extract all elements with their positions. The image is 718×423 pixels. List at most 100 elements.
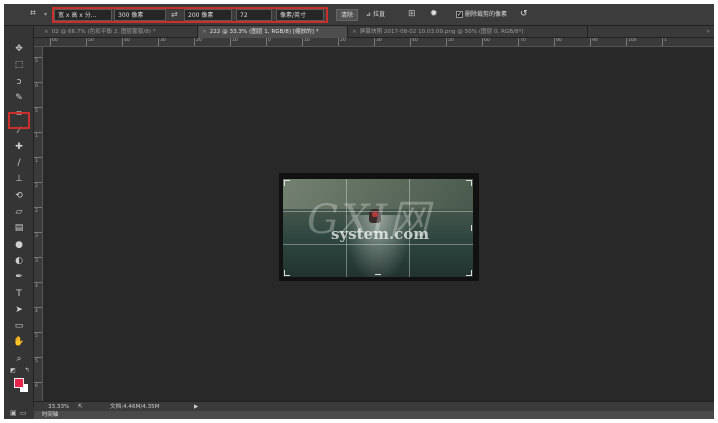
- ruler-tick: 0: [34, 82, 42, 89]
- crop-preset-icon[interactable]: ⌗: [26, 7, 40, 21]
- close-icon[interactable]: ×: [202, 29, 207, 35]
- ruler-tick-label: 60: [52, 38, 58, 43]
- ruler-tick-label: 2: [35, 184, 38, 189]
- ruler-tick-label: 0: [35, 84, 38, 89]
- dodge-tool-icon[interactable]: ◐: [10, 254, 28, 268]
- ruler-tick-label: 10: [232, 38, 238, 43]
- ruler-tick-label: 1: [35, 159, 38, 164]
- ruler-tick: 6: [34, 382, 42, 389]
- clear-button[interactable]: 清除: [336, 9, 359, 21]
- ruler-tick-label: 20: [196, 38, 202, 43]
- marquee-tool-icon[interactable]: ⬚: [10, 58, 28, 72]
- ruler-tick-label: 50: [448, 38, 454, 43]
- ruler-tick: 5: [34, 57, 42, 64]
- delete-cropped-pixels-label: 删除裁剪的像素: [465, 11, 508, 18]
- straighten-button[interactable]: ⊿ 拉直: [366, 9, 385, 21]
- ruler-tick: 10: [302, 38, 310, 46]
- ruler-tick-label: 60: [484, 38, 490, 43]
- ruler-tick: 20: [194, 38, 202, 46]
- crop-handle-top-right[interactable]: [466, 180, 472, 186]
- crop-grid-line: [346, 179, 347, 277]
- type-tool-icon[interactable]: T: [10, 287, 28, 301]
- canvas-area[interactable]: GXI网 system.com: [43, 47, 714, 401]
- swap-colors-icon[interactable]: ↰: [22, 366, 32, 376]
- close-icon[interactable]: ×: [352, 29, 357, 35]
- foreground-color-swatch[interactable]: [14, 378, 24, 388]
- ruler-tick-label: 5: [35, 359, 38, 364]
- healing-brush-tool-icon[interactable]: ✚: [10, 140, 28, 154]
- ruler-tick-label: 0: [268, 38, 271, 43]
- tools-panel: ✥ ⬚ ↄ ✎ ⌗ ⁄ ✚ ∕ ⊥ ⟲ ▱ ▤ ● ◐ ✒ T ➤ ▭ ✋ ⌕ ◩ ↰: [4, 26, 34, 407]
- ruler-tick-label: 100: [628, 38, 637, 43]
- close-icon[interactable]: ×: [44, 29, 49, 35]
- ruler-tick-label: 10: [304, 38, 310, 43]
- photo-wake: [343, 215, 413, 277]
- status-bar: 33.33% ⇱ 文档:4.46M/4.35M ▶: [34, 401, 714, 411]
- photo-boat-on-river: [283, 179, 473, 277]
- ruler-tick: 80: [554, 38, 562, 46]
- zoom-tool-icon[interactable]: ⌕: [10, 352, 28, 366]
- gear-icon[interactable]: ✹: [430, 8, 438, 20]
- crop-grid-line: [283, 211, 473, 212]
- ruler-tick: 0: [266, 38, 271, 46]
- clone-stamp-tool-icon[interactable]: ⊥: [10, 172, 28, 186]
- ruler-tick-label: 90: [592, 38, 598, 43]
- delete-cropped-pixels-checkbox[interactable]: ✓ 删除裁剪的像素: [456, 9, 507, 21]
- ruler-tick-label: 1: [664, 38, 667, 43]
- gradient-tool-icon[interactable]: ▤: [10, 221, 28, 235]
- ruler-tick: 10: [230, 38, 238, 46]
- ruler-tick: 5: [34, 357, 42, 364]
- ruler-tick: 4: [34, 307, 42, 314]
- ruler-tick-label: 2: [35, 209, 38, 214]
- ruler-tick: 100: [626, 38, 637, 46]
- crop-handle-bottom-left[interactable]: [284, 270, 290, 276]
- path-select-tool-icon[interactable]: ➤: [10, 303, 28, 317]
- chevron-double-right-icon[interactable]: »: [706, 26, 710, 38]
- tab-document-02[interactable]: × 02 @ 66.7% (色彩平衡 2, 图层蒙版/8) *: [40, 26, 198, 38]
- ruler-tick-label: 5: [35, 59, 38, 64]
- ruler-tick-label: 3: [35, 234, 38, 239]
- photoshop-window: ⌗ ▾ 宽 x 高 x 分... 300 像素 ⇄ 200 像素 72 像素/英…: [4, 4, 714, 419]
- overlay-grid-icon[interactable]: ⊞: [408, 8, 416, 20]
- ruler-tick: 3: [34, 257, 42, 264]
- quick-mask-icon[interactable]: ▣: [10, 407, 17, 419]
- crop-grid-line: [283, 244, 473, 245]
- document-canvas[interactable]: [279, 173, 479, 281]
- ruler-tick-label: 3: [35, 259, 38, 264]
- reset-icon[interactable]: ↺: [520, 8, 528, 20]
- ruler-tick-label: 70: [520, 38, 526, 43]
- quick-select-tool-icon[interactable]: ✎: [10, 91, 28, 105]
- ruler-tick: 30: [374, 38, 382, 46]
- lasso-tool-icon[interactable]: ↄ: [10, 75, 28, 89]
- pen-tool-icon[interactable]: ✒: [10, 270, 28, 284]
- brush-tool-icon[interactable]: ∕: [10, 156, 28, 170]
- tab-label: 222 @ 33.3% (图层 1, RGB/8) [缩放的] *: [209, 29, 319, 35]
- shape-tool-icon[interactable]: ▭: [10, 319, 28, 333]
- crop-handle-top-left[interactable]: [284, 180, 290, 186]
- options-bar: ⌗ ▾ 宽 x 高 x 分... 300 像素 ⇄ 200 像素 72 像素/英…: [4, 4, 714, 26]
- hand-tool-icon[interactable]: ✋: [10, 335, 28, 349]
- ruler-tick-label: 6: [35, 384, 38, 389]
- crop-tool-highlight-box: [8, 112, 30, 129]
- ruler-vertical: 5 0 5 1 1 2 2 3 3 4 4 5 5 6: [34, 47, 43, 401]
- blur-tool-icon[interactable]: ●: [10, 238, 28, 252]
- crop-handle-bottom-right[interactable]: [466, 270, 472, 276]
- eraser-tool-icon[interactable]: ▱: [10, 205, 28, 219]
- crop-handle-right[interactable]: [470, 225, 472, 231]
- timeline-panel-bar[interactable]: 时间轴: [34, 411, 714, 419]
- screen-mode-icon[interactable]: ▭: [20, 407, 27, 419]
- move-tool-icon[interactable]: ✥: [10, 42, 28, 56]
- ruler-tick-label: 1: [35, 134, 38, 139]
- ruler-tick: 60: [482, 38, 490, 46]
- ruler-tick: 5: [34, 107, 42, 114]
- chevron-down-icon[interactable]: ▾: [44, 9, 47, 21]
- tab-document-screenshot[interactable]: × 屏幕快照 2017-08-02 10.03.09.png @ 50% (图层 …: [348, 26, 588, 38]
- default-colors-icon[interactable]: ◩: [8, 366, 18, 376]
- ruler-tick: 60: [50, 38, 58, 46]
- ruler-tick: 30: [158, 38, 166, 46]
- ruler-tick: 50: [86, 38, 94, 46]
- history-brush-tool-icon[interactable]: ⟲: [10, 189, 28, 203]
- tab-document-222[interactable]: × 222 @ 33.3% (图层 1, RGB/8) [缩放的] *: [198, 26, 348, 38]
- crop-handle-bottom[interactable]: [375, 274, 381, 276]
- ruler-tick: 70: [518, 38, 526, 46]
